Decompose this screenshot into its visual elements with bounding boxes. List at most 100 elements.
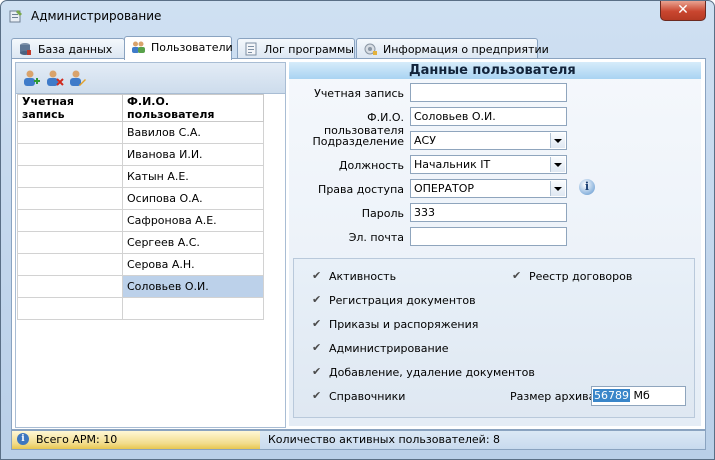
tab-company-info-label: Информация о предприятии bbox=[383, 43, 549, 56]
column-header-fullname[interactable]: Ф.И.О. пользователя bbox=[122, 94, 264, 122]
email-label: Эл. почта bbox=[348, 231, 404, 244]
status-active-users: Количество активных пользователей: 8 bbox=[268, 433, 501, 446]
chevron-down-icon[interactable] bbox=[550, 157, 565, 172]
password-field[interactable]: 333 bbox=[410, 203, 567, 222]
fullname-label: Ф.И.О. пользователя bbox=[323, 111, 404, 137]
department-value: АСУ bbox=[414, 134, 436, 147]
archive-size-label: Размер архива bbox=[510, 390, 596, 403]
user-details-title: Данные пользователя bbox=[409, 63, 576, 78]
archive-size-unit: Мб bbox=[633, 389, 650, 402]
table-row[interactable]: Соловьев О.И. bbox=[17, 275, 264, 298]
account-cell[interactable] bbox=[17, 253, 123, 276]
tab-database[interactable]: База данных bbox=[11, 38, 125, 59]
checkmark-icon: ✔ bbox=[312, 341, 322, 354]
email-field[interactable] bbox=[410, 227, 567, 246]
account-cell[interactable] bbox=[17, 121, 123, 144]
fullname-cell[interactable]: Серова А.Н. bbox=[122, 253, 264, 276]
checkmark-icon: ✔ bbox=[312, 317, 322, 330]
table-row[interactable]: Сафронова А.Е. bbox=[17, 209, 264, 232]
tab-database-label: База данных bbox=[38, 43, 113, 56]
tab-company-info[interactable]: Информация о предприятии bbox=[356, 38, 549, 59]
user-details-pane: Данные пользователя Учетная запись Ф.И.О… bbox=[289, 62, 701, 426]
users-table: Учетная запись Ф.И.О. пользователя Вавил… bbox=[17, 94, 264, 320]
account-cell[interactable] bbox=[17, 231, 123, 254]
account-cell[interactable] bbox=[17, 143, 123, 166]
table-row[interactable]: Катын А.Е. bbox=[17, 165, 264, 188]
tab-users[interactable]: Пользователи bbox=[124, 36, 233, 60]
fullname-cell[interactable]: Иванова И.И. bbox=[122, 143, 264, 166]
permissions-group: ✔ Активность ✔ Реестр договоров ✔ Регист… bbox=[293, 258, 695, 418]
checkmark-icon: ✔ bbox=[312, 365, 322, 378]
account-label: Учетная запись bbox=[314, 87, 404, 100]
fullname-cell[interactable]: Катын А.Е. bbox=[122, 165, 264, 188]
checkbox-label: Справочники bbox=[329, 390, 406, 403]
checkbox-label: Реестр договоров bbox=[529, 270, 633, 283]
table-row[interactable]: Осипова О.А. bbox=[17, 187, 264, 210]
tab-users-label: Пользователи bbox=[151, 41, 233, 54]
chevron-down-icon[interactable] bbox=[550, 133, 565, 148]
tab-log-label: Лог программы bbox=[264, 43, 354, 56]
account-cell[interactable] bbox=[17, 297, 123, 320]
window-title: Администрирование bbox=[31, 9, 162, 23]
access-label: Права доступа bbox=[318, 183, 404, 196]
fullname-cell[interactable]: Осипова О.А. bbox=[122, 187, 264, 210]
table-row[interactable]: Иванова И.И. bbox=[17, 143, 264, 166]
account-field[interactable] bbox=[410, 83, 567, 102]
table-header-row: Учетная запись Ф.И.О. пользователя bbox=[17, 94, 264, 122]
table-row[interactable]: Сергеев А.С. bbox=[17, 231, 264, 254]
table-row[interactable] bbox=[17, 297, 264, 320]
delete-user-icon[interactable] bbox=[44, 68, 64, 88]
archive-size-value: 56789 bbox=[593, 389, 630, 402]
info-icon: i bbox=[17, 433, 29, 445]
table-row[interactable]: Вавилов С.А. bbox=[17, 121, 264, 144]
fullname-cell[interactable] bbox=[122, 297, 264, 320]
users-list-pane: Учетная запись Ф.И.О. пользователя Вавил… bbox=[15, 62, 286, 428]
database-icon bbox=[20, 43, 31, 55]
position-select[interactable]: Начальник IT bbox=[410, 155, 567, 174]
column-header-account[interactable]: Учетная запись bbox=[17, 94, 123, 122]
fullname-cell[interactable]: Соловьев О.И. bbox=[122, 275, 264, 298]
close-button[interactable]: ✕ bbox=[660, 1, 706, 21]
admin-window: Администрирование ✕ База данных Пользова… bbox=[0, 0, 715, 460]
fullname-cell[interactable]: Вавилов С.А. bbox=[122, 121, 264, 144]
checkbox-label: Регистрация документов bbox=[329, 294, 476, 307]
access-value: ОПЕРАТОР bbox=[414, 182, 475, 195]
company-info-icon bbox=[364, 43, 377, 55]
account-cell[interactable] bbox=[17, 275, 123, 298]
fullname-field[interactable]: Соловьев О.И. bbox=[410, 107, 567, 126]
position-label: Должность bbox=[338, 159, 404, 172]
tab-strip: База данных Пользователи Лог программы И… bbox=[11, 36, 711, 60]
checkbox-label: Добавление, удаление документов bbox=[329, 366, 535, 379]
checkbox-label: Приказы и распоряжения bbox=[329, 318, 479, 331]
users-toolbar bbox=[16, 63, 285, 94]
checkbox-label: Администрирование bbox=[329, 342, 449, 355]
checkmark-icon: ✔ bbox=[512, 269, 522, 282]
table-row[interactable]: Серова А.Н. bbox=[17, 253, 264, 276]
status-workstations: Всего АРМ: 10 bbox=[36, 433, 118, 446]
account-cell[interactable] bbox=[17, 209, 123, 232]
tab-log[interactable]: Лог программы bbox=[237, 38, 355, 59]
account-cell[interactable] bbox=[17, 165, 123, 188]
chevron-down-icon[interactable] bbox=[550, 181, 565, 196]
department-label: Подразделение bbox=[312, 135, 404, 148]
user-details-header: Данные пользователя bbox=[289, 62, 701, 79]
app-icon bbox=[9, 10, 22, 23]
fullname-cell[interactable]: Сафронова А.Е. bbox=[122, 209, 264, 232]
fullname-cell[interactable]: Сергеев А.С. bbox=[122, 231, 264, 254]
users-panel: Учетная запись Ф.И.О. пользователя Вавил… bbox=[11, 58, 706, 430]
users-icon bbox=[132, 41, 145, 53]
add-user-icon[interactable] bbox=[21, 68, 41, 88]
status-bar: i Всего АРМ: 10 Количество активных поль… bbox=[11, 430, 706, 450]
log-icon bbox=[245, 42, 257, 56]
info-icon[interactable]: i bbox=[579, 179, 595, 195]
access-select[interactable]: ОПЕРАТОР bbox=[410, 179, 567, 198]
checkmark-icon: ✔ bbox=[312, 389, 322, 402]
checkmark-icon: ✔ bbox=[312, 269, 322, 282]
edit-user-icon[interactable] bbox=[67, 68, 87, 88]
position-value: Начальник IT bbox=[414, 158, 491, 171]
archive-size-field[interactable]: 56789 Мб bbox=[591, 386, 686, 406]
department-select[interactable]: АСУ bbox=[410, 131, 567, 150]
password-label: Пароль bbox=[361, 207, 404, 220]
account-cell[interactable] bbox=[17, 187, 123, 210]
title-bar: Администрирование ✕ bbox=[1, 1, 714, 31]
